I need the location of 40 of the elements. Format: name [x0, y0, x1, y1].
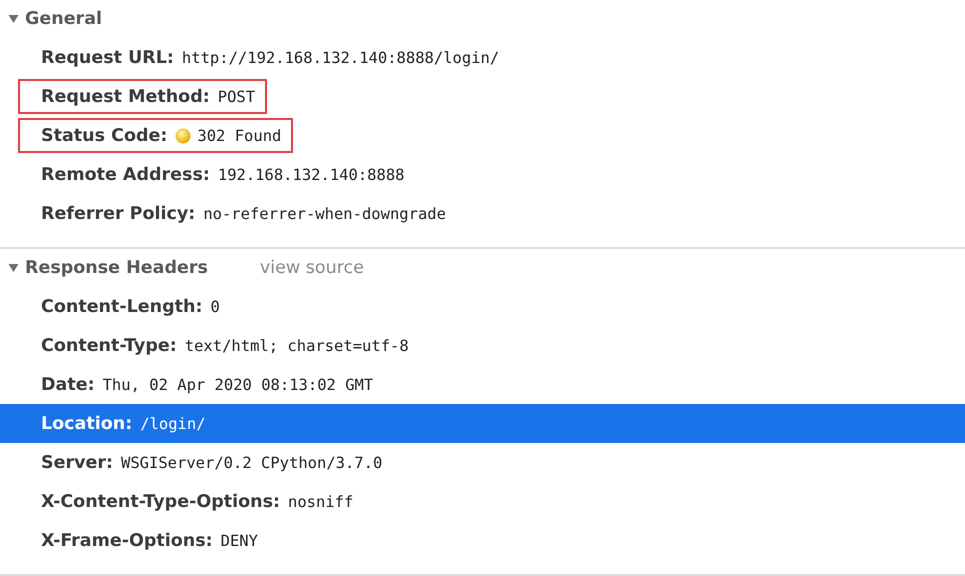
header-value: text/html; charset=utf-8 — [184, 336, 409, 354]
header-value: Thu, 02 Apr 2020 08:13:02 GMT — [102, 376, 374, 394]
section-title[interactable]: General — [25, 9, 102, 29]
header-value: 192.168.132.140:8888 — [218, 166, 404, 184]
header-name: Date: — [41, 374, 95, 394]
header-value: 302 Found — [197, 126, 282, 144]
header-row[interactable]: Request URL: http://192.168.132.140:8888/login/ — [0, 38, 965, 77]
header-value: http://192.168.132.140:8888/login/ — [182, 48, 500, 66]
header-name: Request Method: — [41, 86, 210, 106]
header-row[interactable]: Status Code: 302 Found — [0, 116, 965, 155]
section-title[interactable]: Response Headers — [25, 258, 208, 278]
header-value: POST — [218, 88, 256, 106]
header-row[interactable]: Date: Thu, 02 Apr 2020 08:13:02 GMT — [0, 365, 965, 404]
header-row[interactable]: Remote Address: 192.168.132.140:8888 — [0, 155, 965, 194]
header-row[interactable]: X-Frame-Options: DENY — [0, 521, 965, 560]
header-name: Location: — [41, 414, 132, 434]
header-value: nosniff — [288, 492, 354, 510]
header-value: DENY — [220, 532, 258, 550]
header-row[interactable]: Content-Type: text/html; charset=utf-8 — [0, 326, 965, 365]
header-name: Remote Address: — [41, 164, 210, 184]
selected-row[interactable]: Location: /login/ — [0, 404, 965, 443]
header-value: 0 — [210, 298, 220, 316]
header-row[interactable]: Referrer Policy: no-referrer-when-downgrade — [0, 194, 965, 233]
header-row[interactable]: Content-Length: 0 — [0, 287, 965, 326]
header-name: X-Content-Type-Options: — [41, 492, 280, 512]
header-name: Status Code: — [41, 126, 168, 146]
header-value: WSGIServer/0.2 CPython/3.7.0 — [121, 454, 382, 472]
header-name: Server: — [41, 452, 114, 472]
header-name: Request URL: — [41, 48, 174, 68]
expand-triangle-icon[interactable] — [8, 14, 19, 24]
header-value: /login/ — [140, 414, 206, 432]
header-row[interactable]: Request Method: POST — [0, 77, 965, 116]
header-name: Content-Type: — [41, 336, 177, 356]
header-row[interactable]: X-Content-Type-Options: nosniff — [0, 482, 965, 521]
header-value: no-referrer-when-downgrade — [203, 204, 446, 222]
header-name: Referrer Policy: — [41, 204, 196, 224]
header-row[interactable]: Server: WSGIServer/0.2 CPython/3.7.0 — [0, 443, 965, 482]
header-name: X-Frame-Options: — [41, 530, 213, 550]
expand-triangle-icon[interactable] — [8, 263, 19, 273]
header-name: Content-Length: — [41, 296, 202, 316]
